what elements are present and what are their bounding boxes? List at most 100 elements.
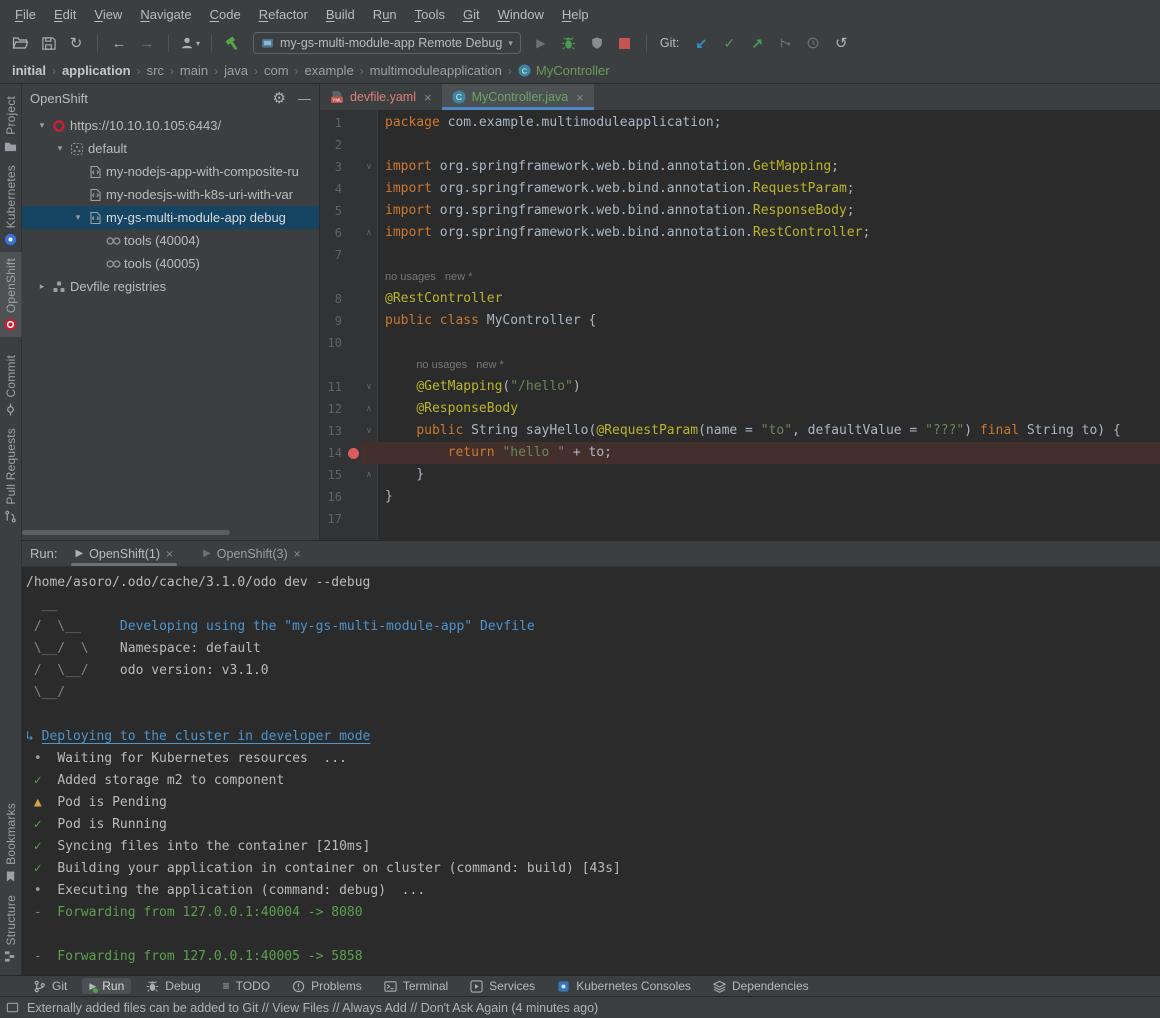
line-number[interactable]: 6 — [320, 222, 346, 244]
gear-icon[interactable]: ⚙ — [273, 89, 286, 107]
tab-mycontroller-java[interactable]: C MyController.java × — [442, 84, 594, 110]
menu-view[interactable]: View — [85, 7, 131, 22]
line-number[interactable]: 16 — [320, 486, 346, 508]
toolwindow-button-git[interactable]: Git — [26, 978, 74, 994]
breadcrumb-item[interactable]: java — [222, 63, 250, 78]
debug-button[interactable] — [557, 31, 581, 55]
close-icon[interactable]: × — [576, 90, 584, 105]
git-merge-icon[interactable] — [773, 31, 797, 55]
breadcrumb-item[interactable]: application — [60, 63, 133, 78]
line-number[interactable]: 13 — [320, 420, 346, 442]
fold-marker[interactable] — [361, 288, 377, 310]
fold-marker[interactable]: ∨ — [361, 156, 377, 178]
history-clock-icon[interactable] — [801, 31, 825, 55]
toolwindow-button-todo[interactable]: ≡TODO — [216, 978, 277, 994]
save-icon[interactable] — [36, 31, 60, 55]
line-number[interactable]: 17 — [320, 508, 346, 530]
code-editor[interactable]: 1package com.example.multimoduleapplicat… — [320, 110, 1160, 540]
menu-window[interactable]: Window — [489, 7, 553, 22]
breadcrumb-item[interactable]: src — [145, 63, 166, 78]
user-profile-icon[interactable]: ▾ — [178, 31, 202, 55]
code-line-7[interactable]: 7 — [320, 244, 1160, 266]
tree-item[interactable]: ▾my-gs-multi-module-app debug — [22, 206, 319, 229]
code-line-16[interactable]: 16} — [320, 486, 1160, 508]
toolwindow-button-terminal[interactable]: Terminal — [377, 978, 455, 994]
fold-marker[interactable] — [361, 310, 377, 332]
breadcrumb-item[interactable]: com — [262, 63, 291, 78]
toolwindow-button-dependencies[interactable]: Dependencies — [706, 978, 816, 994]
line-number[interactable]: 3 — [320, 156, 346, 178]
stop-button[interactable] — [613, 31, 637, 55]
line-number[interactable]: 4 — [320, 178, 346, 200]
line-number[interactable]: 10 — [320, 332, 346, 354]
fold-marker[interactable] — [361, 112, 377, 134]
stripe-item-bookmarks[interactable]: Bookmarks — [0, 797, 22, 889]
hide-panel-icon[interactable]: — — [298, 91, 311, 106]
line-number[interactable]: 1 — [320, 112, 346, 134]
fold-marker[interactable] — [361, 244, 377, 266]
close-icon[interactable]: × — [294, 547, 301, 561]
code-line-11[interactable]: 11∨ @GetMapping("/hello") — [320, 376, 1160, 398]
close-icon[interactable]: × — [424, 90, 432, 105]
code-line-12[interactable]: 12∧ @ResponseBody — [320, 398, 1160, 420]
code-line-15[interactable]: 15∧ } — [320, 464, 1160, 486]
tree-item[interactable]: tools (40005) — [22, 252, 319, 275]
breakpoint-icon[interactable] — [348, 448, 359, 459]
toolwindow-button-run[interactable]: ▶Run — [82, 978, 131, 994]
tree-item[interactable]: my-nodesjs-with-k8s-uri-with-var — [22, 183, 319, 206]
tree-item[interactable]: ▾https://10.10.10.105:6443/ — [22, 114, 319, 137]
inlay-hint[interactable]: no usages new * — [385, 271, 472, 283]
run-tab-openshift-1[interactable]: ▶ OpenShift(1) × — [67, 541, 181, 566]
code-line-17[interactable]: 17 — [320, 508, 1160, 530]
status-message[interactable]: Externally added files can be added to G… — [27, 1001, 598, 1015]
tree-item[interactable]: my-nodejs-app-with-composite-ru — [22, 160, 319, 183]
toolwindow-button-kubernetes-consoles[interactable]: Kubernetes Consoles — [550, 978, 698, 994]
toolwindow-button-services[interactable]: Services — [463, 978, 542, 994]
code-line-2[interactable]: 2 — [320, 134, 1160, 156]
stripe-item-project[interactable]: Project — [0, 90, 22, 159]
back-icon[interactable]: ← — [107, 31, 131, 55]
chevron-down-icon[interactable]: ▾ — [52, 143, 68, 154]
rollback-icon[interactable]: ↺ — [829, 31, 853, 55]
menu-build[interactable]: Build — [317, 7, 364, 22]
sync-icon[interactable]: ↻ — [64, 31, 88, 55]
inlay-hint[interactable]: no usages new * — [416, 359, 503, 371]
code-line-1[interactable]: 1package com.example.multimoduleapplicat… — [320, 112, 1160, 134]
breadcrumb-item[interactable]: multimoduleapplication — [368, 63, 504, 78]
menu-run[interactable]: Run — [364, 7, 406, 22]
fold-marker[interactable] — [361, 200, 377, 222]
menu-code[interactable]: Code — [201, 7, 250, 22]
breadcrumb-item[interactable]: initial — [10, 63, 48, 78]
menu-edit[interactable]: Edit — [45, 7, 85, 22]
code-line-14[interactable]: 14 return "hello " + to; — [320, 442, 1160, 464]
stripe-item-openshift[interactable]: OpenShift — [0, 252, 22, 337]
chevron-down-icon[interactable]: ▾ — [70, 212, 86, 223]
code-line-5[interactable]: 5import org.springframework.web.bind.ann… — [320, 200, 1160, 222]
line-number[interactable]: 2 — [320, 134, 346, 156]
toolwindow-button-problems[interactable]: Problems — [285, 978, 369, 994]
open-folder-icon[interactable] — [8, 31, 32, 55]
menu-navigate[interactable]: Navigate — [131, 7, 200, 22]
line-number[interactable]: 11 — [320, 376, 346, 398]
tree-item[interactable]: ▸Devfile registries — [22, 275, 319, 298]
horizontal-scrollbar[interactable] — [22, 530, 230, 535]
chevron-down-icon[interactable]: ▾ — [34, 120, 50, 131]
chevron-right-icon[interactable]: ▸ — [34, 281, 50, 292]
line-number[interactable]: 5 — [320, 200, 346, 222]
tree-item[interactable]: tools (40004) — [22, 229, 319, 252]
fold-marker[interactable] — [361, 442, 377, 464]
toolwindow-button-debug[interactable]: Debug — [139, 978, 207, 994]
fold-marker[interactable] — [361, 134, 377, 156]
menu-tools[interactable]: Tools — [406, 7, 454, 22]
code-line-8[interactable]: 8@RestController — [320, 288, 1160, 310]
run-button[interactable]: ▶ — [529, 31, 553, 55]
fold-marker[interactable]: ∧ — [361, 398, 377, 420]
tree-item[interactable]: ▾default — [22, 137, 319, 160]
stripe-item-pull-requests[interactable]: Pull Requests — [0, 422, 22, 529]
fold-marker[interactable] — [361, 508, 377, 530]
line-number[interactable]: 8 — [320, 288, 346, 310]
line-number[interactable]: 7 — [320, 244, 346, 266]
stripe-item-commit[interactable]: Commit — [0, 349, 22, 422]
menu-git[interactable]: Git — [454, 7, 489, 22]
code-line-13[interactable]: 13∨ public String sayHello(@RequestParam… — [320, 420, 1160, 442]
